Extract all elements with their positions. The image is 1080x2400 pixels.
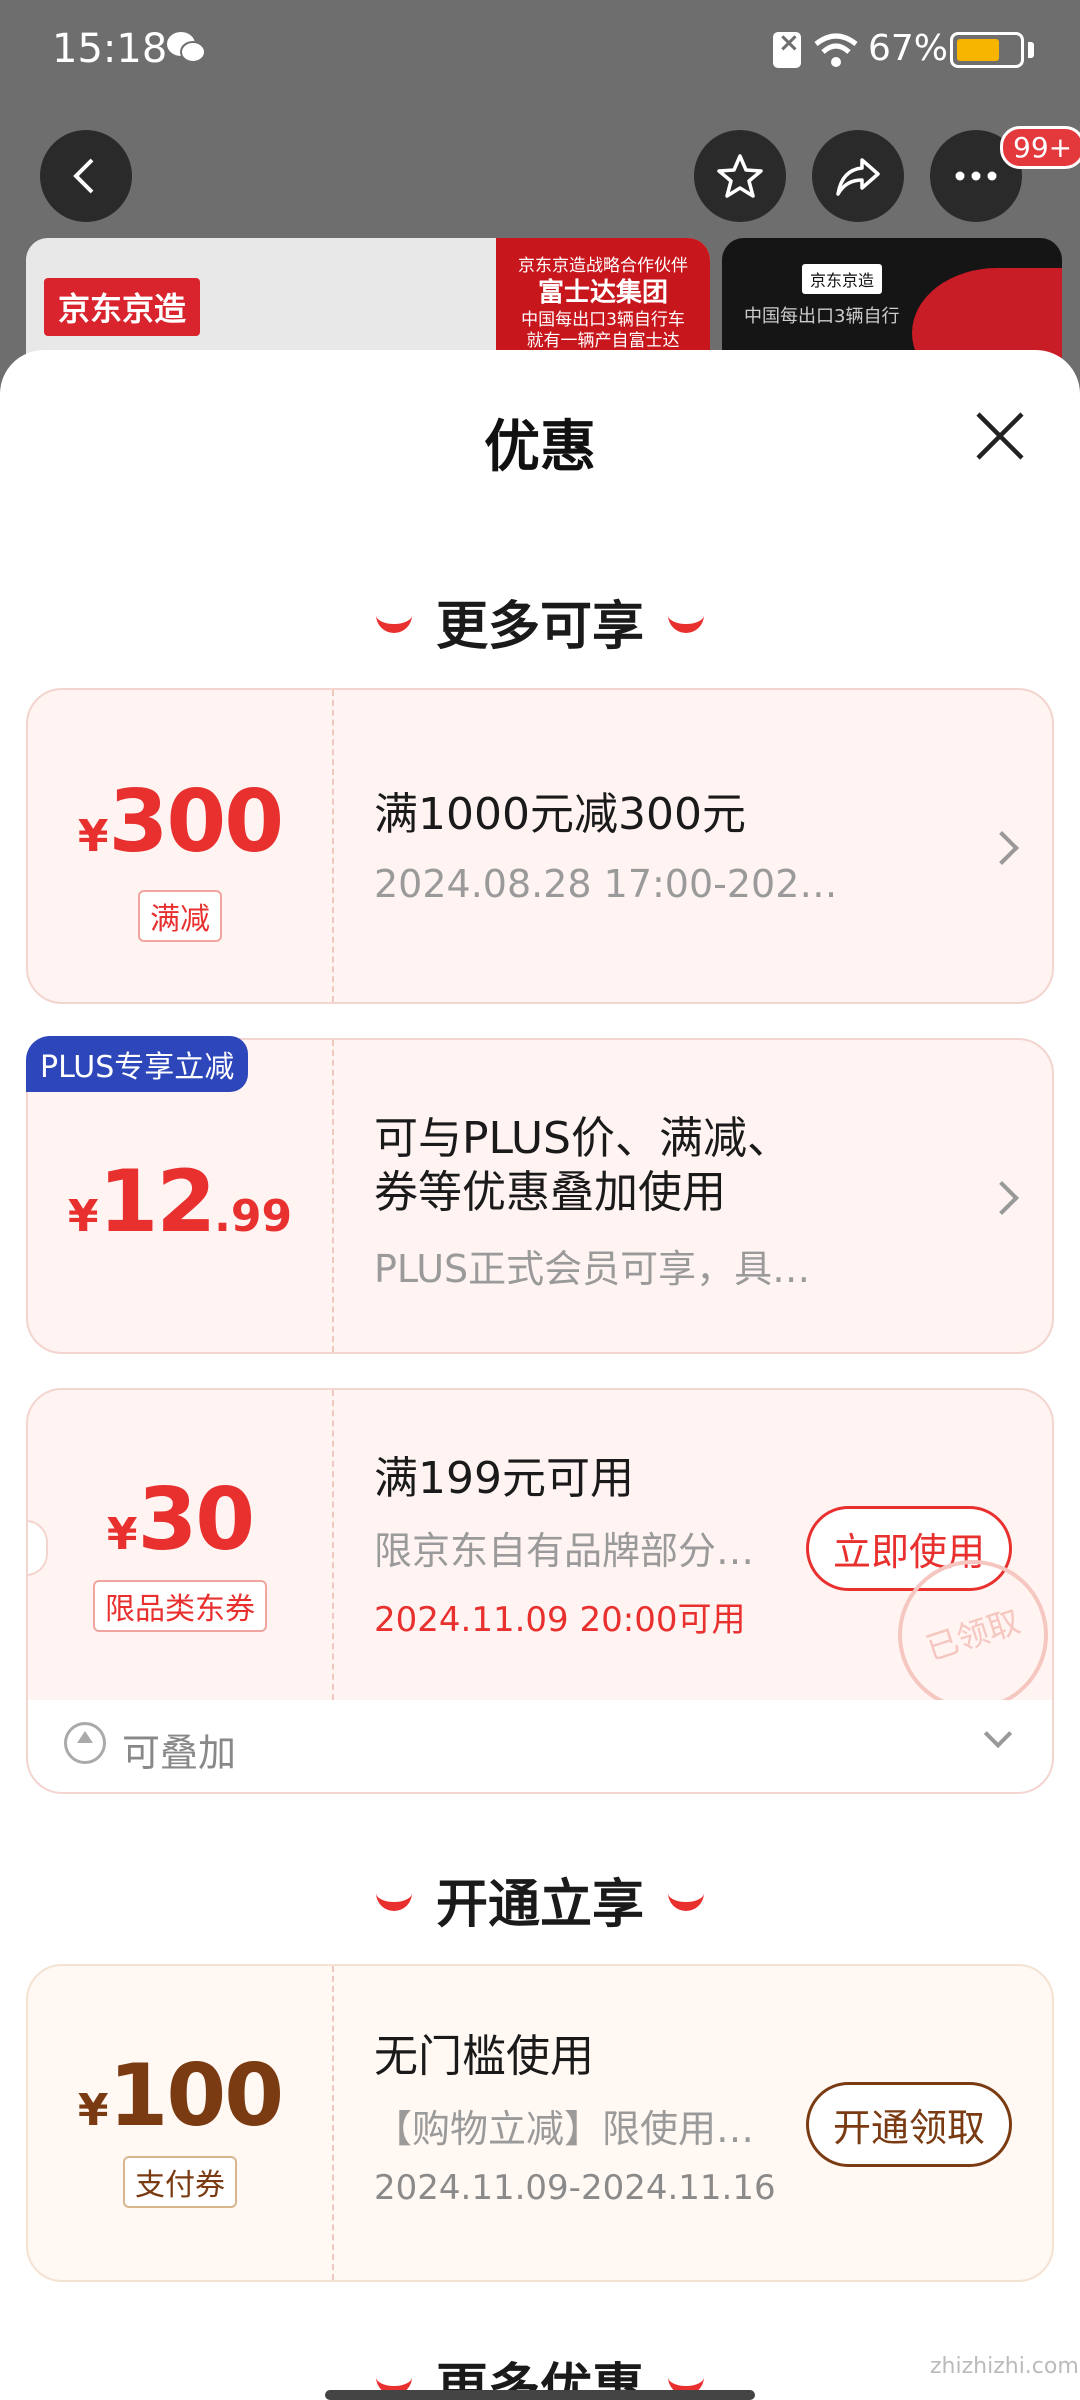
battery-fill: [957, 39, 999, 61]
favorite-button[interactable]: [694, 130, 786, 222]
stackable-label: 可叠加: [122, 1731, 237, 1775]
share-icon: [836, 158, 880, 196]
share-button[interactable]: [812, 130, 904, 222]
coupon-title: 无门槛使用: [374, 2031, 594, 2082]
watermark: zhizhizhi.com: [930, 2354, 1079, 2379]
partner-line1: 中国每出口3辆自行车: [521, 309, 685, 330]
card-divider: [332, 690, 334, 1002]
more-dots-icon: [955, 171, 997, 181]
coupon-card-discount[interactable]: ¥300 满减 满1000元减300元 2024.08.28 17:00-202…: [26, 688, 1054, 1004]
coupon-desc: 【购物立减】限使用…: [374, 2107, 755, 2151]
no-sim-icon: [773, 28, 801, 68]
stackable-row[interactable]: 可叠加: [26, 1700, 1054, 1794]
card-divider: [332, 1966, 334, 2280]
section-title: 更多可享: [435, 597, 644, 657]
star-icon: [717, 154, 763, 198]
smile-icon: [375, 1893, 412, 1911]
clock: 15:18: [52, 26, 168, 72]
coupon-amount: ¥300: [77, 772, 284, 872]
section-more-enjoy: 更多可享: [0, 584, 1080, 659]
plus-tag: PLUS专享立减: [26, 1036, 249, 1092]
smile-icon: [375, 615, 412, 633]
home-indicator[interactable]: [325, 2390, 755, 2400]
coupon-title: 可与PLUS价、满减、 券等优惠叠加使用: [374, 1113, 791, 1218]
coupon-amount: ¥30: [106, 1470, 255, 1570]
thumbnail-text: 中国每出口3辆自行: [744, 306, 900, 327]
card-divider: [332, 1390, 334, 1700]
coupon-title: 满1000元减300元: [374, 789, 746, 840]
section-title: 开通立享: [435, 1875, 644, 1935]
coupon-date: 2024.11.09 20:00可用: [374, 1600, 746, 1640]
coupon-validity: 2024.08.28 17:00-202…: [374, 862, 838, 906]
coupon-card-jd[interactable]: ¥30 限品类东券 满199元可用 限京东自有品牌部分… 2024.11.09 …: [26, 1388, 1054, 1702]
stack-icon: [64, 1722, 106, 1764]
coupon-card-pay[interactable]: ¥100 支付券 无门槛使用 【购物立减】限使用… 2024.11.09-202…: [26, 1964, 1054, 2282]
coupon-type-chip: 支付券: [123, 2156, 237, 2208]
coupon-title: 满199元可用: [374, 1453, 634, 1504]
battery-percent: 67%: [868, 28, 949, 69]
status-bar: 15:18 67%: [0, 0, 1080, 104]
coupon-amount: ¥12.99: [67, 1152, 293, 1252]
thumbnail-tag: 京东京造: [802, 264, 883, 294]
partner-small: 京东京造战略合作伙伴: [518, 256, 688, 276]
smile-icon: [668, 615, 704, 633]
battery-icon: [950, 32, 1024, 68]
wechat-icon: [167, 32, 206, 63]
message-badge: 99+: [1000, 126, 1080, 169]
brand-logo: 京东京造: [44, 278, 201, 336]
coupon-type-chip: 限品类东券: [93, 1580, 267, 1632]
sheet-title: 优惠: [484, 415, 596, 480]
coupon-date: 2024.11.09-2024.11.16: [374, 2168, 776, 2208]
card-divider: [332, 1040, 334, 1352]
chevron-down-icon: [983, 1719, 1013, 1749]
close-icon[interactable]: [968, 404, 1032, 468]
partner-big: 富士达集团: [537, 278, 668, 309]
back-button[interactable]: [40, 130, 132, 222]
section-open-enjoy: 开通立享: [0, 1862, 1080, 1937]
smile-icon: [668, 1893, 704, 1911]
battery-tip: [1028, 42, 1034, 58]
chevron-left-icon: [73, 158, 94, 194]
coupon-type-chip: 满减: [138, 890, 222, 942]
coupon-desc: PLUS正式会员可享，具…: [374, 1247, 811, 1291]
coupon-desc: 限京东自有品牌部分…: [374, 1529, 755, 1573]
chevron-right-icon: [985, 1181, 1019, 1215]
activate-claim-button[interactable]: 开通领取: [805, 2082, 1012, 2167]
coupon-amount: ¥100: [77, 2046, 284, 2146]
wifi-icon: [814, 33, 858, 67]
chevron-right-icon: [985, 831, 1019, 865]
